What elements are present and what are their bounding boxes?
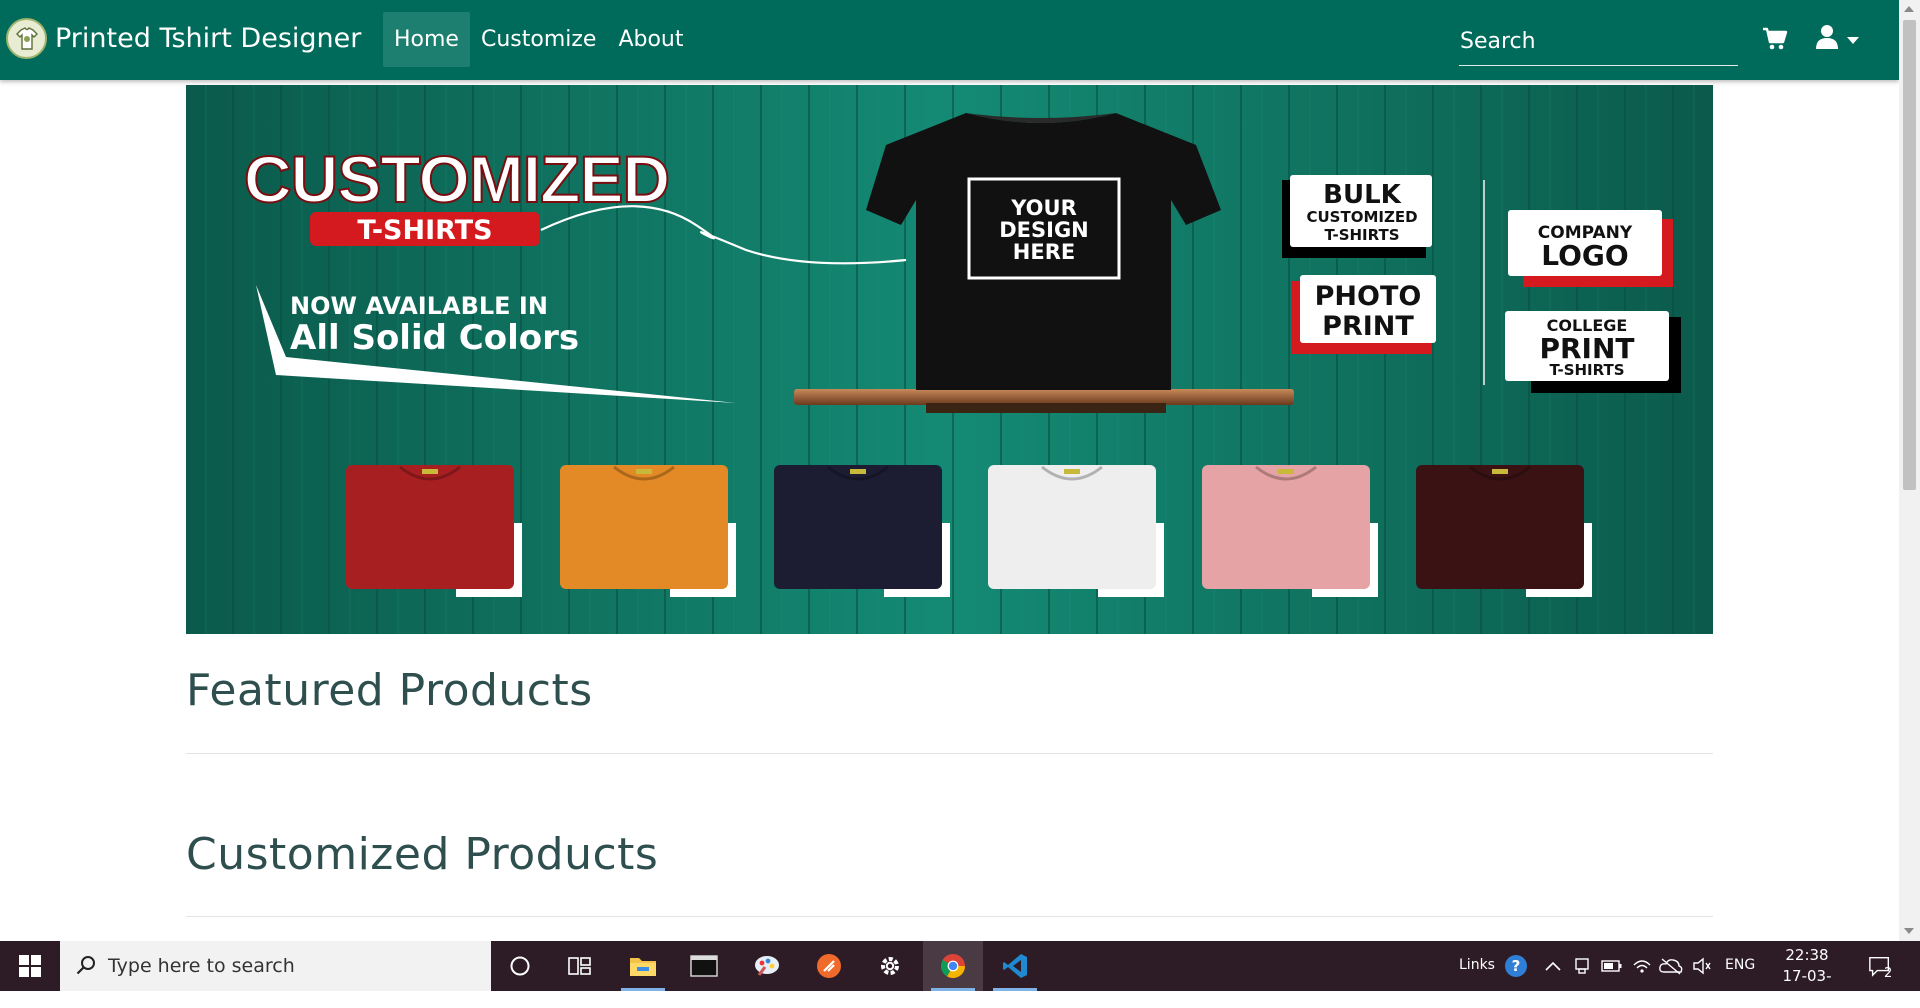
user-menu-toggle[interactable] [1815,24,1859,54]
badge-bulk-3: T-SHIRTS [1324,226,1399,244]
scrollbar-thumb[interactable] [1903,20,1916,490]
folded-tshirt-label [1492,469,1508,474]
badge-bulk-2: CUSTOMIZED [1306,208,1417,226]
section-divider [186,916,1713,917]
folded-tshirt [774,465,942,589]
postman-icon[interactable] [799,941,859,991]
tshirt-box-line-3: HERE [1013,240,1075,264]
scroll-up-icon[interactable] [1904,6,1914,12]
folded-tshirt-label [1064,469,1080,474]
hero-banner-image: CUSTOMIZED T-SHIRTS NOW AVAILABLE IN All… [186,85,1713,634]
chevron-down-icon [1847,30,1859,49]
nav-customize[interactable]: Customize [470,12,607,67]
terminal-icon[interactable] [674,941,734,991]
section-divider [186,753,1713,754]
help-icon[interactable]: ? [1504,954,1528,978]
svg-text:?: ? [1512,957,1521,975]
vscode-icon[interactable] [985,941,1045,991]
cortana-icon[interactable] [490,941,550,991]
folded-tshirt [1202,465,1370,589]
tshirt-box-line-2: DESIGN [999,218,1089,242]
task-view-icon[interactable] [550,941,610,991]
carousel-prev-button[interactable]: ‹ [294,351,324,381]
windows-start-icon[interactable] [0,941,60,991]
search-icon [76,955,96,979]
badge-college-3: T-SHIRTS [1549,361,1624,379]
taskbar-search-placeholder: Type here to search [108,955,295,977]
search-field [1459,18,1738,66]
cart-icon[interactable] [1762,24,1788,54]
hero-headline: CUSTOMIZED [244,142,669,216]
folded-tshirt-label [422,469,438,474]
hero-ribbon: T-SHIRTS [357,215,492,246]
folded-tshirt [1416,465,1584,589]
chevron-up-icon[interactable] [1541,954,1565,978]
badge-photo-1: PHOTO [1315,281,1422,312]
main-nav: Home Customize About [383,12,695,67]
clock-time: 22:38 [1785,946,1829,964]
folded-tshirt [346,465,514,589]
volume-muted-icon[interactable] [1690,954,1714,978]
taskbar-search-box[interactable]: Type here to search [60,941,491,991]
settings-gear-icon[interactable] [860,941,920,991]
brand-link[interactable]: Printed Tshirt Designer [6,18,361,59]
search-input[interactable] [1459,18,1738,65]
folded-tshirt-label [636,469,652,474]
language-indicator[interactable]: ENG [1725,957,1755,973]
folded-tshirt-label [1278,469,1294,474]
cloud-offline-icon[interactable] [1659,954,1683,978]
customized-products-heading: Customized Products [186,829,659,880]
hero-carousel[interactable]: CUSTOMIZED T-SHIRTS NOW AVAILABLE IN All… [186,85,1713,634]
brand-name: Printed Tshirt Designer [55,23,362,54]
folded-tshirt [988,465,1156,589]
windows-taskbar: Type here to search Links ? ENG 22:38 17… [0,941,1920,1006]
paint-icon[interactable] [737,941,797,991]
folded-tshirt [560,465,728,589]
hero-subtitle-1: NOW AVAILABLE IN [290,292,548,320]
battery-icon[interactable] [1600,954,1624,978]
nav-about[interactable]: About [607,12,694,67]
featured-products-heading: Featured Products [186,665,593,716]
scroll-down-icon[interactable] [1904,928,1914,934]
file-explorer-icon[interactable] [613,941,673,991]
wifi-icon[interactable] [1630,954,1654,978]
notification-count: 2 [1884,966,1893,981]
badge-bulk-1: BULK [1323,180,1401,210]
hero-subtitle-2: All Solid Colors [290,318,579,358]
tshirt-logo-icon [6,18,47,59]
links-toolbar[interactable]: Links [1459,957,1495,973]
tshirt-box-line-1: YOUR [1010,196,1077,220]
chrome-icon[interactable] [923,941,983,991]
folded-tshirt-label [850,469,866,474]
clock-date: 17-03-2021 [1782,967,1832,1006]
badge-photo-2: PRINT [1322,311,1414,342]
badge-company-2: LOGO [1541,239,1628,272]
system-clock[interactable]: 22:38 17-03-2021 [1768,945,1846,1008]
device-icon[interactable] [1570,954,1594,978]
page-scrollbar[interactable] [1899,0,1920,941]
user-icon [1815,24,1839,54]
nav-home[interactable]: Home [383,12,470,67]
navbar: Printed Tshirt Designer Home Customize A… [0,0,1899,80]
